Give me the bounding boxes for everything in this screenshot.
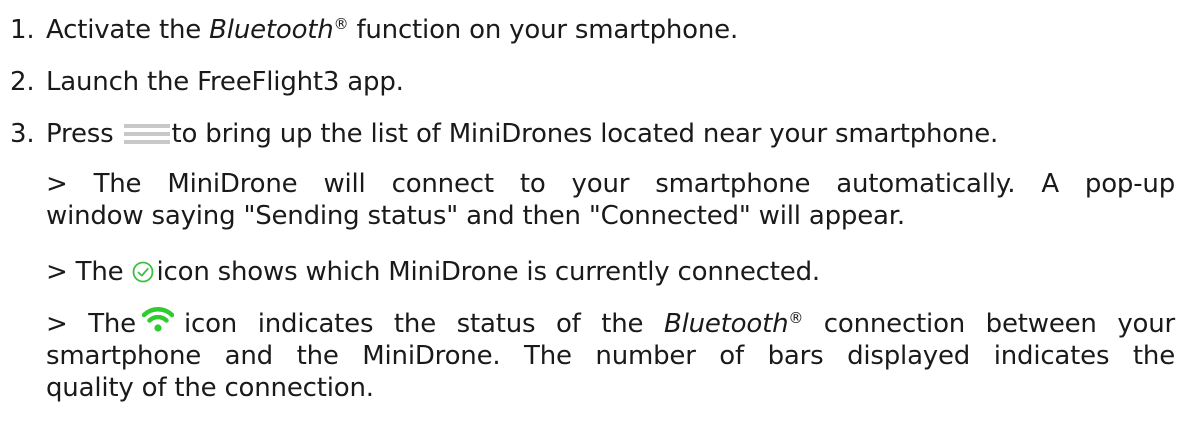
- step-text-pre: Activate the: [46, 15, 210, 45]
- note-connect: > The MiniDrone will connect to your sma…: [46, 168, 1175, 232]
- note-signal: > The icon indicates the status of the B…: [46, 305, 1175, 404]
- bluetooth-term: Bluetooth: [209, 15, 334, 45]
- note-check-pre: > The: [46, 257, 124, 287]
- step-1: 1. Activate the Bluetooth® function on yo…: [10, 14, 738, 46]
- step-number: 2.: [10, 67, 35, 97]
- note-check: > The icon shows which MiniDrone is curr…: [46, 256, 1175, 288]
- note-check-post: icon shows which MiniDrone is currently …: [156, 257, 821, 287]
- step-text: Launch the FreeFlight3 app.: [46, 67, 404, 97]
- step-3: 3. Press to bring up the list of MiniDron…: [10, 118, 998, 150]
- note-signal-post: connection between your: [803, 309, 1175, 339]
- step-text-post: to bring up the list of MiniDrones locat…: [171, 119, 999, 149]
- note-signal-line-1: > The icon indicates the status of the B…: [46, 305, 1175, 340]
- wifi-signal-icon: [141, 305, 175, 333]
- note-signal-mid: icon indicates the status of the: [183, 309, 664, 339]
- step-2: 2. Launch the FreeFlight3 app.: [10, 66, 404, 98]
- step-text-post: function on your smartphone.: [348, 15, 739, 45]
- note-signal-line-3: quality of the connection.: [46, 373, 374, 403]
- menu-icon: [123, 121, 170, 144]
- bluetooth-term: Bluetooth: [663, 309, 789, 339]
- note-connect-line-1: > The MiniDrone will connect to your sma…: [46, 169, 1175, 199]
- note-signal-pre: > The: [46, 309, 136, 339]
- note-connect-line-2: window saying "Sending status" and then …: [46, 201, 905, 231]
- step-number: 1.: [10, 15, 35, 45]
- check-circle-icon: [132, 259, 154, 282]
- registered-mark: ®: [333, 15, 349, 33]
- registered-mark: ®: [788, 309, 804, 327]
- step-text-pre: Press: [46, 119, 114, 149]
- note-signal-line-2: smartphone and the MiniDrone. The number…: [46, 341, 1175, 371]
- step-number: 3.: [10, 119, 35, 149]
